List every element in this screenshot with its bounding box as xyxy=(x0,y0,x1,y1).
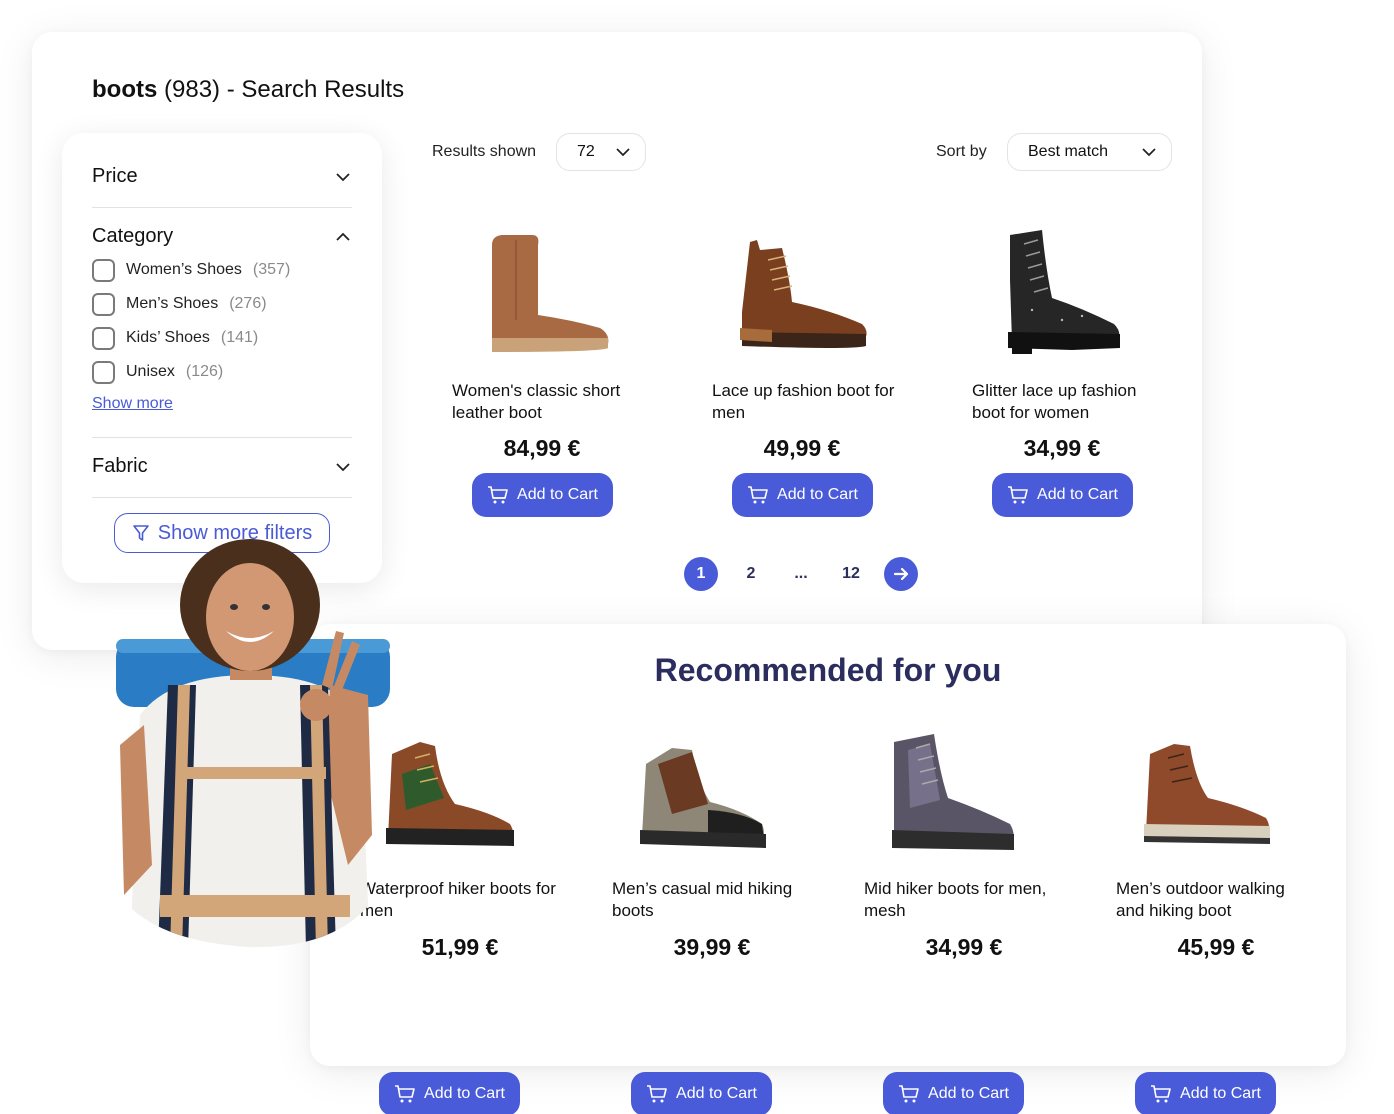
option-label: Kids’ Shoes xyxy=(126,329,210,346)
product-image-purple-grey-mesh-boot[interactable] xyxy=(864,724,1064,874)
pagination: 1 2 ... 12 xyxy=(684,557,918,591)
category-option[interactable]: Kids’ Shoes (141) xyxy=(92,321,352,355)
add-to-cart-button[interactable]: Add to Cart xyxy=(379,1072,520,1114)
checkbox[interactable] xyxy=(92,326,115,350)
checkbox[interactable] xyxy=(92,258,115,282)
checkbox[interactable] xyxy=(92,360,115,384)
filter-fabric-header[interactable]: Fabric xyxy=(92,455,352,478)
option-count: (141) xyxy=(220,329,259,346)
page-ellipsis: ... xyxy=(794,565,808,582)
category-options: Women’s Shoes (357) Men’s Shoes (276) Ki… xyxy=(92,253,352,413)
results-shown-value: 72 xyxy=(577,143,595,160)
show-more-link[interactable]: Show more xyxy=(92,395,173,413)
product-name[interactable]: Men’s casual mid hiking boots xyxy=(612,878,812,922)
add-to-cart-label: Add to Cart xyxy=(1180,1085,1261,1102)
cart-icon xyxy=(395,1085,415,1103)
add-to-cart-label: Add to Cart xyxy=(1037,486,1118,503)
add-to-cart-button[interactable]: Add to Cart xyxy=(732,473,873,517)
divider xyxy=(92,497,352,498)
filter-category-label: Category xyxy=(92,225,174,247)
add-to-cart-button[interactable]: Add to Cart xyxy=(992,473,1133,517)
option-label: Men’s Shoes xyxy=(126,295,219,312)
product-image-brown-walking-boot[interactable] xyxy=(1116,724,1316,874)
option-label: Women’s Shoes xyxy=(126,261,242,278)
add-to-cart-label: Add to Cart xyxy=(777,486,858,503)
add-to-cart-label: Add to Cart xyxy=(676,1085,757,1102)
product-name[interactable]: Glitter lace up fashion boot for women xyxy=(972,380,1172,424)
add-to-cart-label: Add to Cart xyxy=(424,1085,505,1102)
result-count: (983) xyxy=(164,76,221,103)
product-name[interactable]: Lace up fashion boot for men xyxy=(712,380,912,424)
filter-fabric[interactable]: Fabric xyxy=(92,455,352,478)
product-image-tan-suede-boot[interactable] xyxy=(452,220,652,370)
sort-by-label: Sort by xyxy=(936,143,987,160)
cart-icon xyxy=(647,1085,667,1103)
recommended-title: Recommended for you xyxy=(654,652,1002,688)
product-image-black-glitter-combat-boot[interactable] xyxy=(972,220,1172,370)
title-suffix: - Search Results xyxy=(226,76,405,103)
product-price: 84,99 € xyxy=(503,435,581,461)
results-shown-label: Results shown xyxy=(432,143,537,160)
product-name[interactable]: Mid hiker boots for men, mesh xyxy=(864,878,1064,922)
sort-by-select[interactable]: Best match xyxy=(1007,133,1172,171)
filter-fabric-label: Fabric xyxy=(92,455,148,477)
chevron-down-icon xyxy=(336,172,350,181)
page-1-button[interactable]: 1 xyxy=(684,557,718,591)
category-option[interactable]: Unisex (126) xyxy=(92,355,352,389)
cart-icon xyxy=(488,486,508,504)
divider xyxy=(92,437,352,438)
search-query: boots xyxy=(92,76,158,103)
filter-price[interactable]: Price xyxy=(92,165,352,188)
filter-category-header[interactable]: Category xyxy=(92,225,352,248)
filter-panel: Price Category Women’s Shoes (357) Men’s… xyxy=(62,133,382,583)
add-to-cart-button[interactable]: Add to Cart xyxy=(1135,1072,1276,1114)
page-2-button[interactable]: 2 xyxy=(734,557,768,591)
cart-icon xyxy=(1008,486,1028,504)
product-name[interactable]: Men’s outdoor walking and hiking boot xyxy=(1116,878,1316,922)
page-12-button[interactable]: 12 xyxy=(834,557,868,591)
chevron-down-icon xyxy=(336,462,350,471)
add-to-cart-button[interactable]: Add to Cart xyxy=(472,473,613,517)
add-to-cart-button[interactable]: Add to Cart xyxy=(883,1072,1024,1114)
add-to-cart-button[interactable]: Add to Cart xyxy=(631,1072,772,1114)
add-to-cart-label: Add to Cart xyxy=(928,1085,1009,1102)
next-page-button[interactable] xyxy=(884,557,918,591)
checkbox[interactable] xyxy=(92,292,115,316)
product-price: 34,99 € xyxy=(925,934,1003,960)
option-count: (276) xyxy=(229,295,267,312)
cart-icon xyxy=(748,486,768,504)
chevron-down-icon xyxy=(1142,148,1156,157)
filter-price-header[interactable]: Price xyxy=(92,165,352,188)
filter-category: Category Women’s Shoes (357) Men’s Shoes… xyxy=(92,225,352,413)
chevron-down-icon xyxy=(616,148,630,157)
product-price: 45,99 € xyxy=(1177,934,1255,960)
sort-by-value: Best match xyxy=(1028,143,1109,160)
category-option[interactable]: Men’s Shoes (276) xyxy=(92,287,352,321)
page-title: boots (983) - Search Results xyxy=(92,76,404,104)
cart-icon xyxy=(899,1085,919,1103)
product-image-grey-brown-hiking-boot[interactable] xyxy=(612,724,812,874)
option-count: (357) xyxy=(252,261,291,278)
cart-icon xyxy=(1151,1085,1171,1103)
product-price: 39,99 € xyxy=(673,934,751,960)
chevron-up-icon xyxy=(336,232,350,241)
option-label: Unisex xyxy=(126,363,175,380)
product-price: 49,99 € xyxy=(763,435,841,461)
product-image-brown-leather-lace-boot[interactable] xyxy=(712,220,912,370)
option-count: (126) xyxy=(185,363,224,380)
product-name[interactable]: Women's classic short leather boot xyxy=(452,380,652,424)
add-to-cart-label: Add to Cart xyxy=(517,486,598,503)
results-shown-select[interactable]: 72 xyxy=(556,133,646,171)
recommended-panel: Recommended for you Waterproof hiker boo… xyxy=(310,624,1346,1114)
arrow-right-icon xyxy=(893,567,909,581)
divider xyxy=(92,207,352,208)
product-price: 34,99 € xyxy=(1023,435,1101,461)
category-option[interactable]: Women’s Shoes (357) xyxy=(92,253,352,287)
filter-price-label: Price xyxy=(92,165,138,187)
hiker-person-image xyxy=(116,539,390,948)
